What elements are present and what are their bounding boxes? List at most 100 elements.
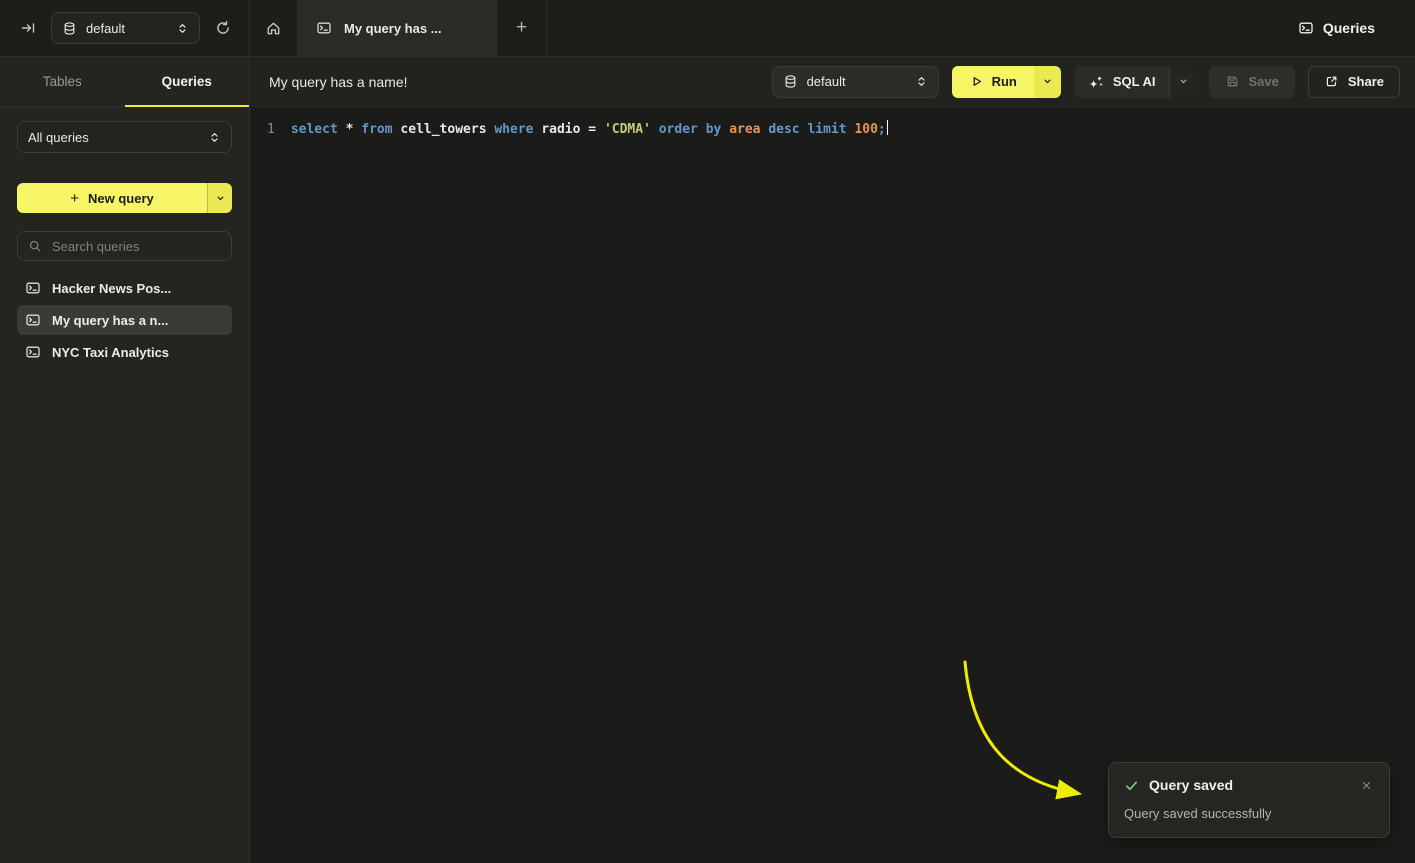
toolbar-database-selector[interactable]: default — [772, 66, 939, 98]
code-token: by — [706, 122, 722, 137]
updown-chevron-icon — [176, 22, 189, 35]
new-query-dropdown-button[interactable] — [207, 183, 232, 213]
query-list-item-nyc-taxi[interactable]: NYC Taxi Analytics — [17, 337, 232, 367]
sidebar-tabs: Tables Queries — [0, 57, 249, 107]
topbar-database-value: default — [86, 21, 167, 36]
home-icon — [265, 20, 282, 37]
code-line: select * from cell_towers where radio = … — [291, 120, 888, 140]
search-queries-input[interactable] — [50, 238, 221, 255]
toast-query-saved: Query saved Query saved successfully — [1108, 762, 1390, 838]
save-floppy-icon — [1225, 74, 1240, 89]
toast-message: Query saved successfully — [1124, 806, 1374, 821]
code-token — [338, 122, 346, 137]
topbar-left-section: default — [0, 0, 250, 56]
new-query-split-button: + New query — [17, 183, 232, 213]
play-icon — [969, 74, 984, 89]
refresh-icon — [215, 20, 231, 36]
toast-title: Query saved — [1149, 777, 1233, 793]
query-console-icon — [25, 344, 41, 360]
sql-ai-label: SQL AI — [1113, 74, 1156, 89]
topbar-database-selector[interactable]: default — [51, 12, 200, 44]
run-split-button: Run — [952, 66, 1061, 98]
refresh-button[interactable] — [209, 14, 237, 42]
home-button[interactable] — [250, 0, 298, 56]
sql-editor[interactable]: 1 select * from cell_towers where radio … — [251, 107, 1415, 140]
code-token: desc — [768, 122, 799, 137]
query-list-item-my-query[interactable]: My query has a n... — [17, 305, 232, 335]
toast-close-button[interactable] — [1359, 778, 1374, 793]
code-token — [651, 122, 659, 137]
chevron-down-icon — [215, 193, 226, 204]
sql-ai-split-button: SQL AI — [1074, 66, 1197, 98]
query-console-icon — [25, 312, 41, 328]
new-tab-button[interactable]: + — [497, 0, 547, 56]
share-button[interactable]: Share — [1308, 66, 1400, 98]
code-token — [721, 122, 729, 137]
code-token: limit — [807, 122, 846, 137]
code-token: radio — [541, 122, 580, 137]
sidebar-tab-queries[interactable]: Queries — [125, 57, 250, 106]
code-token: = — [588, 122, 596, 137]
code-token: from — [361, 122, 392, 137]
line-number: 1 — [267, 120, 275, 140]
database-icon — [783, 74, 798, 89]
query-title: My query has a name! — [269, 74, 408, 90]
query-toolbar: My query has a name! default — [251, 57, 1415, 107]
main-panel: My query has a name! default — [251, 57, 1415, 863]
chevron-down-icon — [1042, 76, 1053, 87]
tab-strip: My query has ... + Queries — [250, 0, 1415, 56]
search-icon — [28, 239, 42, 253]
code-token: area — [729, 122, 760, 137]
query-item-label: NYC Taxi Analytics — [52, 345, 169, 360]
code-token: 100 — [854, 122, 877, 137]
close-icon — [1361, 780, 1372, 791]
tab-my-query[interactable]: My query has ... — [298, 0, 497, 56]
chevron-down-icon — [1178, 76, 1189, 87]
arrow-to-bar-icon — [20, 20, 36, 36]
queries-indicator-label: Queries — [1323, 20, 1375, 36]
sidebar: Tables Queries All queries + New query — [0, 57, 250, 863]
sidebar-tab-tables[interactable]: Tables — [0, 57, 125, 106]
sidebar-content: All queries + New query — [0, 107, 249, 367]
code-token — [596, 122, 604, 137]
code-token: 'CDMA' — [604, 122, 651, 137]
code-token: select — [291, 122, 338, 137]
toolbar-database-value: default — [807, 74, 906, 89]
text-cursor — [887, 120, 889, 135]
sql-ai-button[interactable]: SQL AI — [1074, 66, 1170, 98]
queries-indicator[interactable]: Queries — [1298, 0, 1375, 56]
save-button[interactable]: Save — [1209, 66, 1294, 98]
query-filter-selector[interactable]: All queries — [17, 121, 232, 153]
toast-header: Query saved — [1124, 777, 1374, 793]
updown-chevron-icon — [208, 131, 221, 144]
sparkles-icon — [1088, 74, 1104, 90]
updown-chevron-icon — [915, 75, 928, 88]
code-token: order — [659, 122, 698, 137]
search-queries-box — [17, 231, 232, 261]
code-token — [698, 122, 706, 137]
database-icon — [62, 21, 77, 36]
new-query-label: New query — [88, 191, 154, 206]
queries-console-icon — [1298, 20, 1314, 36]
query-console-icon — [316, 20, 332, 36]
code-token: where — [494, 122, 533, 137]
save-label: Save — [1248, 74, 1278, 89]
run-label: Run — [992, 74, 1017, 89]
topbar: default — [0, 0, 1415, 57]
query-filter-value: All queries — [28, 130, 199, 145]
query-item-label: Hacker News Pos... — [52, 281, 171, 296]
check-icon — [1124, 778, 1139, 793]
code-token: ; — [878, 122, 886, 137]
query-list-item-hacker-news[interactable]: Hacker News Pos... — [17, 273, 232, 303]
sql-ai-dropdown-button[interactable] — [1169, 66, 1196, 98]
share-label: Share — [1348, 74, 1384, 89]
run-dropdown-button[interactable] — [1034, 66, 1061, 98]
collapse-sidebar-button[interactable] — [14, 14, 42, 42]
query-console-icon — [25, 280, 41, 296]
query-item-label: My query has a n... — [52, 313, 168, 328]
tab-label: My query has ... — [344, 21, 442, 36]
run-button[interactable]: Run — [952, 66, 1034, 98]
share-export-icon — [1324, 74, 1339, 89]
plus-icon: + — [70, 190, 79, 207]
new-query-button[interactable]: + New query — [17, 183, 207, 213]
